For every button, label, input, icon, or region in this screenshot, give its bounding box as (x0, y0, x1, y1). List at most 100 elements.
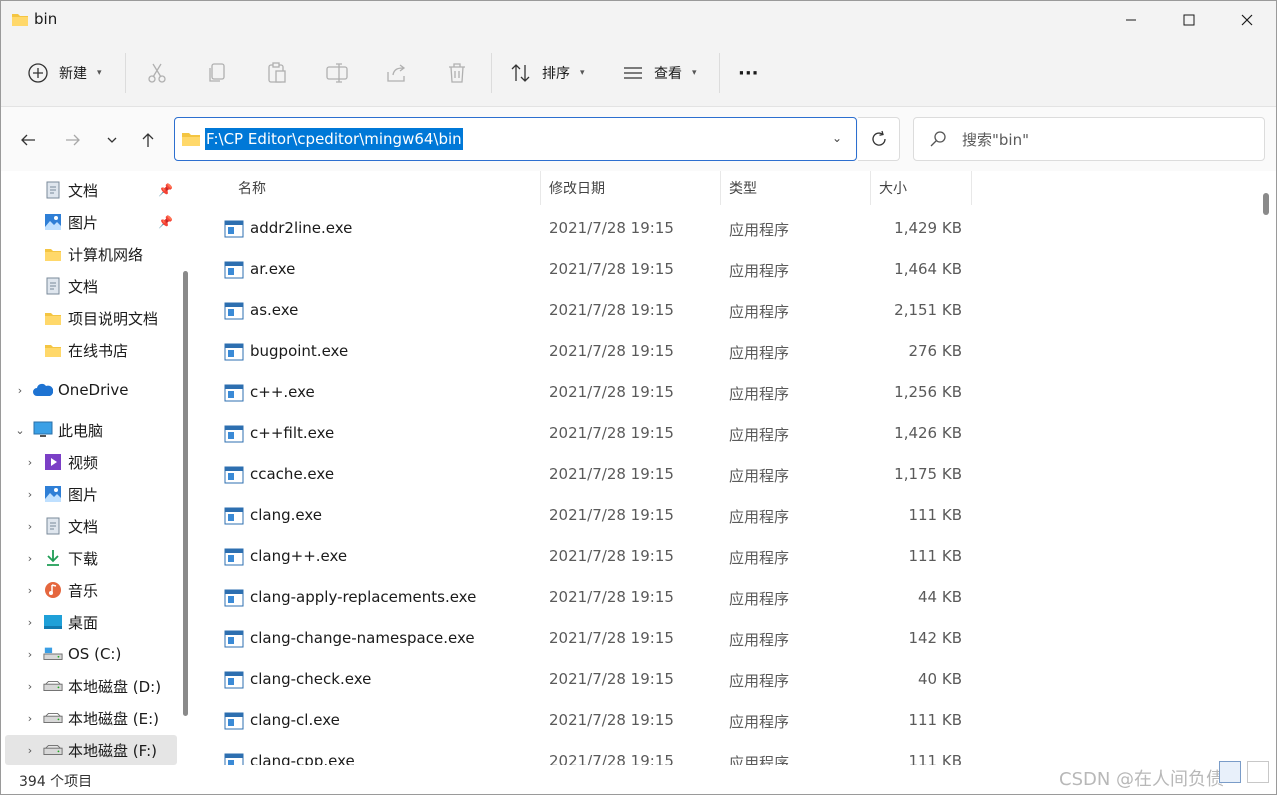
address-path[interactable]: F:\CP Editor\cpeditor\mingw64\bin (205, 128, 463, 150)
view-button[interactable]: 查看 ▾ (620, 53, 697, 93)
file-row[interactable]: c++.exe 2021/7/28 19:15 应用程序 1,256 KB (196, 373, 1256, 414)
file-name[interactable]: clang-cl.exe (250, 711, 340, 729)
chevron-right-icon[interactable]: › (23, 616, 37, 629)
file-name[interactable]: ar.exe (250, 260, 295, 278)
file-row[interactable]: addr2line.exe 2021/7/28 19:15 应用程序 1,429 KB (196, 209, 1256, 250)
file-row[interactable]: ccache.exe 2021/7/28 19:15 应用程序 1,175 KB (196, 455, 1256, 496)
chevron-right-icon[interactable]: › (23, 520, 37, 533)
address-dropdown-icon[interactable]: ⌄ (832, 131, 842, 145)
chevron-right-icon[interactable]: › (23, 712, 37, 725)
sidebar-item-pc-documents[interactable]: › 文档 (5, 511, 177, 541)
column-header-type[interactable]: 类型 (721, 171, 871, 205)
sidebar-item-network-folder[interactable]: 计算机网络 (5, 239, 177, 269)
copy-button[interactable] (204, 53, 230, 93)
file-row[interactable]: clang-check.exe 2021/7/28 19:15 应用程序 40 KB (196, 660, 1256, 701)
recent-locations-button[interactable] (97, 125, 127, 155)
chevron-right-icon[interactable]: › (23, 584, 37, 597)
file-row[interactable]: clang-cl.exe 2021/7/28 19:15 应用程序 111 KB (196, 701, 1256, 742)
file-row[interactable]: ar.exe 2021/7/28 19:15 应用程序 1,464 KB (196, 250, 1256, 291)
share-button[interactable] (384, 53, 410, 93)
maximize-button[interactable] (1160, 1, 1218, 39)
file-row[interactable]: clang-cpp.exe 2021/7/28 19:15 应用程序 111 KB (196, 742, 1256, 765)
pin-icon[interactable]: 📌 (158, 215, 173, 229)
file-row[interactable]: clang.exe 2021/7/28 19:15 应用程序 111 KB (196, 496, 1256, 537)
file-name[interactable]: as.exe (250, 301, 298, 319)
file-row[interactable]: clang-apply-replacements.exe 2021/7/28 19… (196, 578, 1256, 619)
file-type: 应用程序 (729, 344, 790, 362)
close-button[interactable] (1218, 1, 1276, 39)
file-row[interactable]: clang-change-namespace.exe 2021/7/28 19:1… (196, 619, 1256, 660)
application-icon (224, 261, 244, 279)
chevron-down-icon: ▾ (580, 68, 585, 78)
sidebar-item-drive-c[interactable]: › OS (C:) (5, 639, 177, 669)
file-name[interactable]: clang-check.exe (250, 670, 371, 688)
file-name[interactable]: clang++.exe (250, 547, 347, 565)
up-button[interactable] (133, 125, 163, 155)
file-name[interactable]: clang.exe (250, 506, 322, 524)
new-button[interactable]: 新建 ▾ (25, 53, 102, 93)
back-button[interactable] (13, 125, 43, 155)
chevron-right-icon[interactable]: › (23, 552, 37, 565)
file-name[interactable]: bugpoint.exe (250, 342, 348, 360)
file-name[interactable]: addr2line.exe (250, 219, 352, 237)
cut-button[interactable] (144, 53, 170, 93)
rename-button[interactable] (324, 53, 350, 93)
chevron-right-icon[interactable]: › (23, 488, 37, 501)
file-row[interactable]: c++filt.exe 2021/7/28 19:15 应用程序 1,426 KB (196, 414, 1256, 455)
minimize-button[interactable] (1102, 1, 1160, 39)
toolbar-divider (491, 53, 492, 93)
file-name[interactable]: clang-cpp.exe (250, 752, 355, 765)
sidebar-item-desktop[interactable]: › 桌面 (5, 607, 177, 637)
sidebar-item-bookstore[interactable]: 在线书店 (5, 335, 177, 365)
sidebar-item-pictures[interactable]: › 图片 (5, 479, 177, 509)
navigation-scrollbar[interactable] (183, 271, 188, 716)
file-row[interactable]: clang++.exe 2021/7/28 19:15 应用程序 111 KB (196, 537, 1256, 578)
sidebar-item-videos[interactable]: › 视频 (5, 447, 177, 477)
chevron-right-icon[interactable]: › (23, 680, 37, 693)
details-view-button[interactable] (1219, 761, 1241, 783)
file-name[interactable]: clang-change-namespace.exe (250, 629, 475, 647)
sidebar-item-project-docs[interactable]: 项目说明文档 (5, 303, 177, 333)
command-bar: 新建 ▾ 排序 ▾ 查看 ▾ ··· (1, 39, 1276, 107)
column-header-size[interactable]: 大小 (871, 171, 972, 205)
chevron-right-icon[interactable]: › (23, 456, 37, 469)
pin-icon[interactable]: 📌 (158, 183, 173, 197)
file-size: 2,151 KB (894, 301, 962, 319)
file-row[interactable]: bugpoint.exe 2021/7/28 19:15 应用程序 276 KB (196, 332, 1256, 373)
column-header-name[interactable]: 名称 ^ (196, 171, 541, 205)
sidebar-item-drive-d[interactable]: › 本地磁盘 (D:) (5, 671, 177, 701)
sidebar-item-music[interactable]: › 音乐 (5, 575, 177, 605)
file-row[interactable]: as.exe 2021/7/28 19:15 应用程序 2,151 KB (196, 291, 1256, 332)
sidebar-item-downloads[interactable]: › 下载 (5, 543, 177, 573)
sidebar-item-documents-pinned[interactable]: 文档 📌 (5, 175, 177, 205)
forward-button[interactable] (58, 125, 88, 155)
more-options-button[interactable]: ··· (738, 53, 759, 93)
sidebar-item-drive-f[interactable]: › 本地磁盘 (F:) (5, 735, 177, 765)
file-name[interactable]: clang-apply-replacements.exe (250, 588, 476, 606)
chevron-right-icon[interactable]: › (23, 648, 37, 661)
sidebar-item-this-pc[interactable]: ⌄ 此电脑 (5, 415, 177, 445)
file-size: 111 KB (908, 711, 962, 729)
chevron-right-icon[interactable]: › (23, 744, 37, 757)
sidebar-item-onedrive[interactable]: › OneDrive (5, 375, 177, 405)
search-box[interactable]: 搜索"bin" (913, 117, 1265, 161)
sidebar-item-drive-e[interactable]: › 本地磁盘 (E:) (5, 703, 177, 733)
file-name[interactable]: c++filt.exe (250, 424, 334, 442)
delete-button[interactable] (444, 53, 470, 93)
chevron-right-icon[interactable]: › (13, 384, 27, 397)
sort-button[interactable]: 排序 ▾ (508, 53, 585, 93)
sidebar-item-documents[interactable]: 文档 (5, 271, 177, 301)
refresh-button[interactable] (858, 117, 900, 161)
file-name[interactable]: c++.exe (250, 383, 315, 401)
paste-button[interactable] (264, 53, 290, 93)
address-bar[interactable]: F:\CP Editor\cpeditor\mingw64\bin ⌄ (174, 117, 857, 161)
file-list-scrollbar[interactable] (1263, 193, 1269, 215)
sidebar-item-pictures-pinned[interactable]: 图片 📌 (5, 207, 177, 237)
chevron-down-icon[interactable]: ⌄ (13, 424, 27, 437)
application-icon (224, 671, 244, 689)
file-type: 应用程序 (729, 508, 790, 526)
thumbnail-view-button[interactable] (1247, 761, 1269, 783)
file-date: 2021/7/28 19:15 (549, 547, 674, 565)
file-name[interactable]: ccache.exe (250, 465, 334, 483)
column-header-date[interactable]: 修改日期 (541, 171, 721, 205)
